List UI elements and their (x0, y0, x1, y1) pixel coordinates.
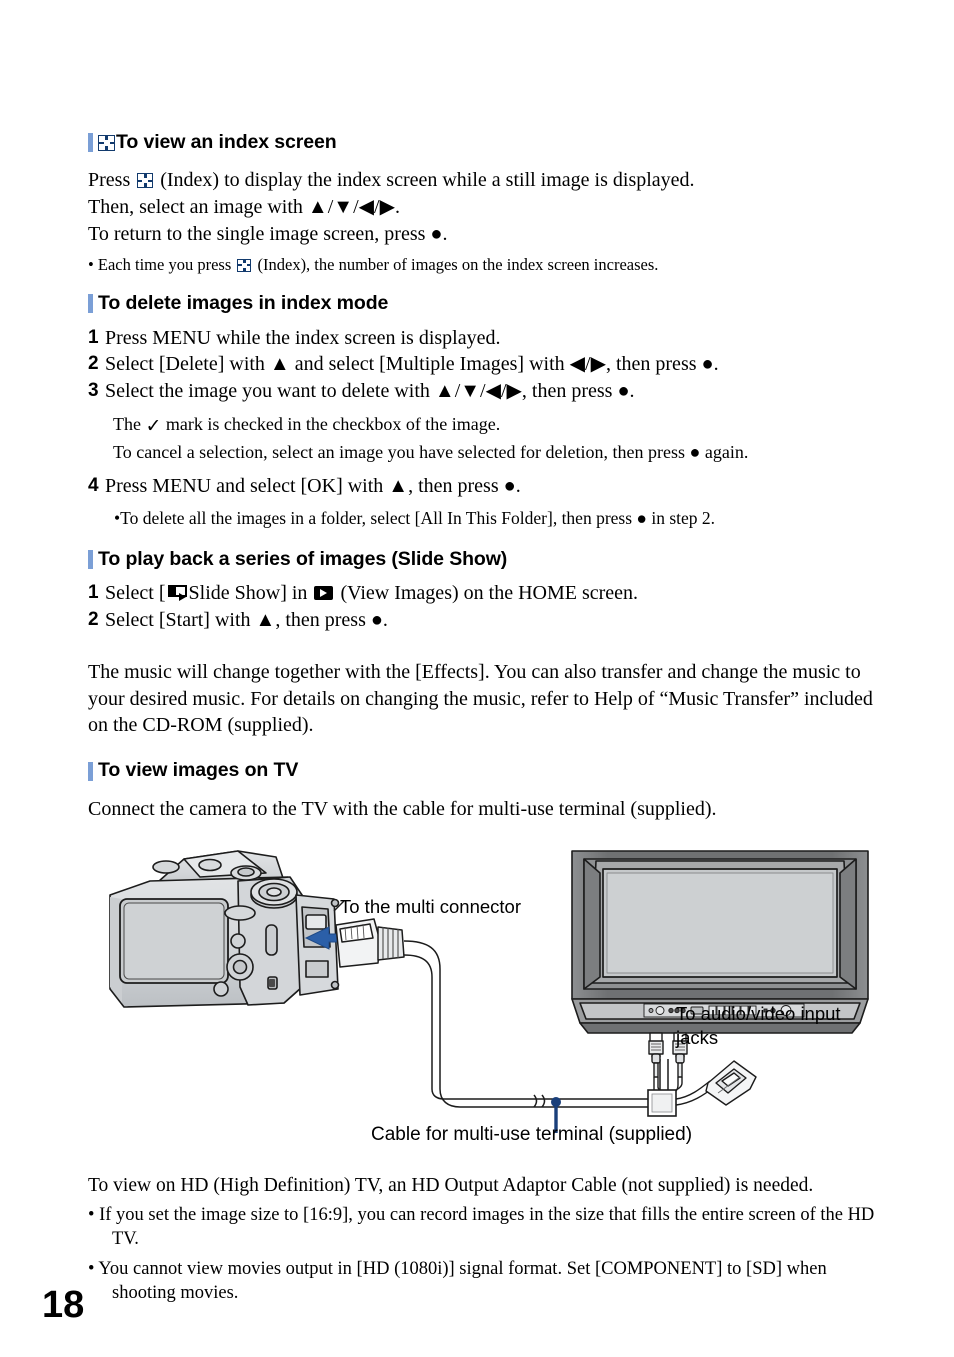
tv-bottom-notes: To view on HD (High Definition) TV, an H… (88, 1173, 888, 1305)
index-screen-note: • Each time you press (Index), the numbe… (88, 254, 888, 275)
delete-step-1: 1 Press MENU while the index screen is d… (88, 325, 888, 352)
step-number: 1 (88, 582, 99, 604)
heading-accent-bar (88, 294, 93, 314)
slideshow-step1-b: Slide Show] in (188, 582, 308, 605)
heading-view-index-screen: To view an index screen (88, 131, 888, 153)
slideshow-step-2: 2 Select [Start] with ▲, then press ●. (88, 607, 888, 634)
slide-show-icon (167, 585, 187, 602)
label-to-av-input-jacks-line1: To audio/video input (676, 1002, 841, 1024)
step-number: 1 (88, 326, 99, 348)
camera-terminal-cover (295, 893, 340, 996)
camera-illustration (109, 849, 303, 1008)
tv-bullet-1-cont: TV. (112, 1229, 139, 1250)
slideshow-step1-a: Select [ (105, 582, 166, 605)
heading-accent-bar (88, 133, 93, 153)
step-number: 2 (88, 608, 99, 630)
hd-tv-note: To view on HD (High Definition) TV, an H… (88, 1174, 814, 1196)
slideshow-step-1: 1 Select [ Slide Show] in (View Images) … (88, 580, 888, 607)
delete-step-3: 3 Select the image you want to delete wi… (88, 378, 888, 405)
index-checkerboard-icon (137, 173, 154, 189)
tv-bullet-1-main: • If you set the image size to [16:9], y… (88, 1205, 875, 1226)
step-number: 3 (88, 379, 99, 401)
heading-label: To delete images in index mode (98, 292, 389, 315)
slideshow-music-paragraph: The music will change together with the … (88, 661, 873, 737)
tv-bullet-2-main: • You cannot view movies output in [HD (… (88, 1258, 827, 1279)
heading-label: To view images on TV (98, 759, 299, 782)
delete-note-a: The (113, 414, 141, 435)
slideshow-step1-c: (View Images) on the HOME screen. (340, 582, 639, 605)
view-images-play-icon (314, 586, 334, 601)
check-mark-icon: ✓ (145, 415, 162, 438)
step-text: Select the image you want to delete with… (105, 379, 635, 402)
heading-accent-bar (88, 761, 93, 781)
index-instruction-line-1: Press (Index) to display the index scree… (88, 167, 888, 194)
delete-note-checkmark: The ✓ mark is checked in the checkbox of… (88, 412, 888, 440)
usb-connector (675, 1059, 757, 1106)
label-to-av-input-jacks-line2: jacks (676, 1026, 719, 1048)
index-note-b: (Index), the number of images on the ind… (257, 254, 659, 274)
heading-play-back-slide-show: To play back a series of images (Slide S… (88, 547, 888, 570)
index-instruction-line-3: To return to the single image screen, pr… (88, 223, 448, 246)
delete-note-all-folder: •To delete all the images in a folder, s… (114, 508, 716, 529)
heading-view-images-on-tv: To view images on TV (88, 759, 888, 782)
tv-bullet-2-cont: shooting movies. (112, 1282, 239, 1303)
delete-note-cancel: To cancel a selection, select an image y… (113, 442, 749, 463)
delete-note-b: mark is checked in the checkbox of the i… (165, 414, 501, 435)
cable-break-mark (533, 1094, 546, 1108)
heading-delete-images-index-mode: To delete images in index mode (88, 292, 888, 315)
step-number: 2 (88, 353, 99, 375)
tv-connection-diagram: To the multi connector To audio/video in… (88, 837, 888, 1157)
step-text: Select [Delete] with ▲ and select [Multi… (105, 353, 719, 376)
index-checkerboard-icon (98, 134, 115, 151)
page-content: To view an index screen Press (Index) to… (88, 131, 888, 1305)
connection-illustration (109, 849, 869, 1133)
delete-step-4: 4 Press MENU and select [OK] with ▲, the… (88, 473, 888, 500)
label-to-multi-connector: To the multi connector (340, 895, 521, 917)
heading-label: To view an index screen (116, 131, 337, 153)
step-text: Select [ Slide Show] in (View Images) on… (105, 580, 888, 607)
delete-step-2: 2 Select [Delete] with ▲ and select [Mul… (88, 351, 888, 378)
page-number: 18 (42, 1284, 85, 1326)
index-instruction-line-2: Then, select an image with ▲/▼/◀/▶. (88, 196, 400, 219)
index-instruction-1b: (Index) to display the index screen whil… (160, 169, 695, 192)
step-text: Press MENU and select [OK] with ▲, then … (105, 475, 521, 498)
step-text: Select [Start] with ▲, then press ●. (105, 608, 388, 631)
index-note-a: • Each time you press (88, 254, 232, 274)
index-checkerboard-icon (237, 258, 252, 272)
tv-bullet-2: • You cannot view movies output in [HD (… (88, 1257, 888, 1305)
step-number: 4 (88, 475, 99, 497)
cable-splitter-block (647, 1088, 677, 1117)
step-text: Press MENU while the index screen is dis… (105, 326, 501, 349)
tv-bullet-1: • If you set the image size to [16:9], y… (88, 1203, 888, 1251)
caption-cable-multi-use-terminal: Cable for multi-use terminal (supplied) (371, 1123, 693, 1145)
heading-accent-bar (88, 549, 93, 569)
heading-label: To play back a series of images (Slide S… (98, 547, 508, 570)
tv-intro-text: Connect the camera to the TV with the ca… (88, 797, 717, 820)
index-instruction-1a: Press (88, 169, 131, 192)
manual-page: To view an index screen Press (Index) to… (0, 0, 954, 1357)
multi-use-plug (335, 917, 405, 968)
